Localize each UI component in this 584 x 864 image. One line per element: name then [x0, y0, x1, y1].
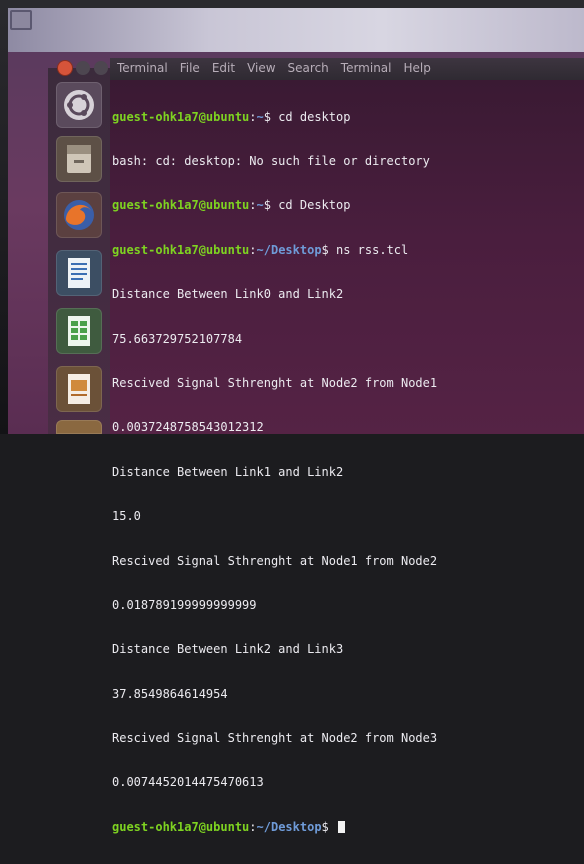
command-text: cd Desktop — [278, 198, 351, 213]
terminal-line: Distance Between Link2 and Link3 — [112, 642, 344, 657]
firefox-icon[interactable] — [56, 192, 102, 238]
command-text: ns rss.tcl — [336, 242, 409, 257]
impress-glyph — [68, 374, 90, 404]
files-icon[interactable] — [56, 136, 102, 182]
prompt-user: guest-ohk1a7@ubuntu — [112, 242, 250, 257]
terminal-line: guest-ohk1a7@ubuntu:~/Desktop$ ns rss.tc… — [112, 243, 437, 258]
terminal-line: Rescived Signal Sthrenght at Node2 from … — [112, 375, 438, 390]
menu-terminal[interactable]: Terminal — [340, 60, 393, 76]
terminal-output: guest-ohk1a7@ubuntu:~$ cd desktop bash: … — [112, 80, 437, 864]
writer-glyph — [68, 258, 90, 288]
terminal-line: 37.8549864614954 — [112, 686, 228, 701]
prompt-user: guest-ohk1a7@ubuntu — [112, 109, 250, 124]
prompt-separator: : — [249, 242, 257, 257]
prompt-path: ~/Desktop — [256, 242, 322, 257]
software-center-icon[interactable] — [56, 420, 102, 434]
menu-view[interactable]: View — [246, 60, 276, 76]
writer-icon[interactable] — [56, 250, 102, 296]
command-text: cd desktop — [278, 109, 351, 124]
calc-icon[interactable] — [56, 308, 102, 354]
menu-file[interactable]: File — [179, 60, 201, 76]
menu-help[interactable]: Help — [403, 60, 432, 76]
prompt-separator: : — [249, 819, 257, 834]
prompt-path: ~ — [256, 109, 264, 124]
minimize-icon[interactable] — [76, 61, 90, 75]
terminal-line: guest-ohk1a7@ubuntu:~$ cd Desktop — [112, 198, 437, 213]
files-glyph — [67, 145, 91, 173]
terminal-titlebar: Terminal File Edit View Search Terminal … — [58, 58, 584, 80]
terminal-body[interactable]: guest-ohk1a7@ubuntu:~$ cd desktop bash: … — [110, 80, 584, 834]
prompt-path: ~/Desktop — [256, 819, 322, 834]
maximize-icon[interactable] — [94, 61, 108, 75]
prompt-symbol: $ — [263, 109, 279, 124]
menu-edit[interactable]: Edit — [211, 60, 236, 76]
prompt-path: ~ — [256, 198, 264, 213]
prompt-user: guest-ohk1a7@ubuntu — [112, 819, 250, 834]
desktop-window-icon — [10, 10, 32, 30]
terminal-line: 15.0 — [112, 509, 141, 524]
terminal-line: guest-ohk1a7@ubuntu:~$ cd desktop — [112, 110, 437, 125]
firefox-glyph — [64, 200, 94, 230]
terminal-line: 75.663729752107784 — [112, 331, 243, 346]
terminal-line: bash: cd: desktop: No such file or direc… — [112, 153, 430, 168]
terminal-line: Distance Between Link1 and Link2 — [112, 464, 344, 479]
terminal-menubar: Terminal File Edit View Search Terminal … — [116, 60, 432, 76]
impress-icon[interactable] — [56, 366, 102, 412]
terminal-line: Rescived Signal Sthrenght at Node2 from … — [112, 731, 438, 746]
terminal-line: 0.0037248758543012312 — [112, 420, 264, 435]
ubuntu-logo-glyph — [64, 90, 94, 120]
menu-terminal-app[interactable]: Terminal — [116, 60, 169, 76]
close-icon[interactable] — [58, 61, 72, 75]
terminal-line: 0.0074452014475470613 — [112, 775, 264, 790]
desktop-top-panel — [8, 8, 584, 52]
terminal-line: Distance Between Link0 and Link2 — [112, 287, 344, 302]
calc-glyph — [68, 316, 90, 346]
prompt-symbol: $ — [321, 242, 336, 257]
terminal-line: 0.018789199999999999 — [112, 597, 257, 612]
menu-search[interactable]: Search — [287, 60, 330, 76]
prompt-symbol: $ — [321, 819, 336, 834]
terminal-line: guest-ohk1a7@ubuntu:~/Desktop$ — [112, 820, 437, 835]
prompt-user: guest-ohk1a7@ubuntu — [112, 198, 250, 213]
ubuntu-logo-icon[interactable] — [56, 82, 102, 128]
text-cursor — [338, 820, 345, 833]
prompt-separator: : — [249, 198, 257, 213]
prompt-symbol: $ — [263, 198, 279, 213]
unity-launcher — [48, 68, 111, 434]
prompt-separator: : — [249, 109, 257, 124]
terminal-line: Rescived Signal Sthrenght at Node1 from … — [112, 553, 438, 568]
